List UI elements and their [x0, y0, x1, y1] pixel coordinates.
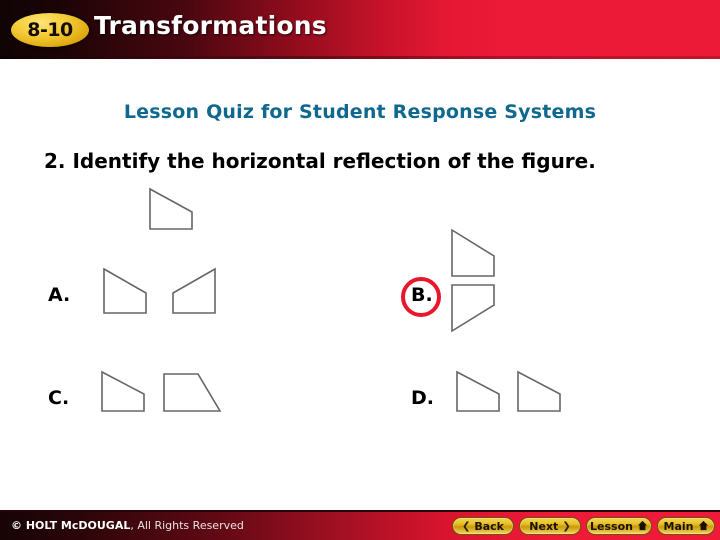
- option-a-shape-2[interactable]: [167, 265, 223, 319]
- main-button[interactable]: Main: [657, 517, 715, 535]
- option-d-shape-2[interactable]: [514, 368, 570, 416]
- app-header: 8-10 Transformations: [0, 0, 720, 56]
- next-button[interactable]: Next ❯: [519, 517, 581, 535]
- reference-figure: [149, 187, 193, 230]
- copyright-brand: © HOLT McDOUGAL: [11, 519, 131, 532]
- option-d-shape-1[interactable]: [453, 368, 509, 416]
- option-letter-c[interactable]: C.: [48, 387, 69, 409]
- option-a-shape-1[interactable]: [100, 265, 156, 319]
- home-icon: [637, 520, 648, 533]
- chapter-badge: 8-10: [11, 13, 89, 47]
- chapter-badge-label: 8-10: [27, 19, 73, 41]
- copyright-rights: , All Rights Reserved: [130, 519, 244, 532]
- next-button-label: Next: [529, 519, 559, 533]
- main-button-label: Main: [663, 519, 694, 533]
- option-letter-b[interactable]: B.: [411, 284, 433, 306]
- back-button-label: Back: [474, 519, 505, 533]
- option-letter-d[interactable]: D.: [411, 387, 434, 409]
- quiz-heading: Lesson Quiz for Student Response Systems: [123, 101, 597, 123]
- chevron-right-icon: ❯: [562, 520, 571, 532]
- home-icon: [698, 520, 709, 533]
- page-title: Transformations: [94, 11, 327, 40]
- option-b-shape-1[interactable]: [448, 226, 504, 280]
- copyright-text: © HOLT McDOUGAL, All Rights Reserved: [11, 519, 244, 532]
- option-b-shape-2[interactable]: [448, 281, 504, 335]
- chevron-left-icon: ❮: [461, 520, 471, 532]
- question-text: 2. Identify the horizontal reflection of…: [44, 149, 596, 173]
- option-c-shape-2[interactable]: [160, 368, 230, 416]
- option-letter-a[interactable]: A.: [48, 284, 70, 306]
- header-underline: [0, 56, 720, 59]
- option-c-shape-1[interactable]: [98, 368, 154, 416]
- lesson-button[interactable]: Lesson: [586, 517, 652, 535]
- lesson-button-label: Lesson: [590, 519, 633, 533]
- back-button[interactable]: ❮ Back: [452, 517, 514, 535]
